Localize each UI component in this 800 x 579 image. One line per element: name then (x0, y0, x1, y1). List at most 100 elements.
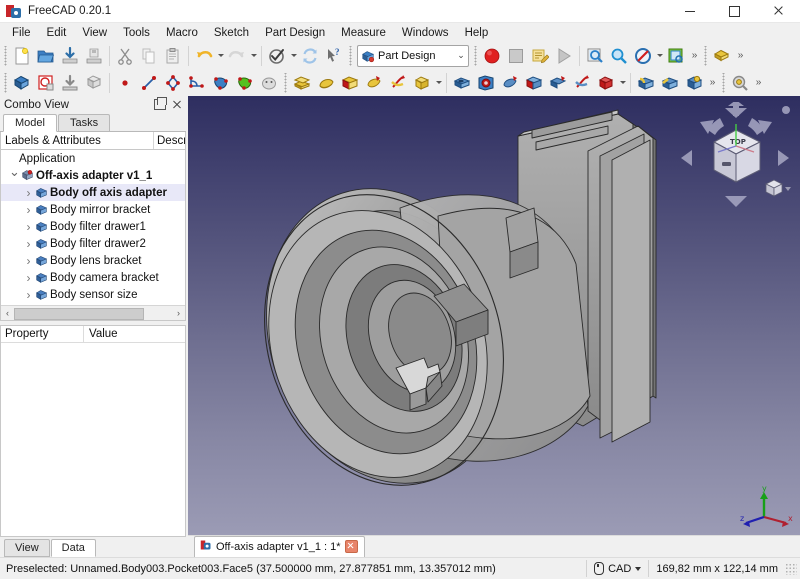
axonometric-view-icon[interactable] (664, 44, 688, 68)
tree-item-body-filter-drawer2[interactable]: Body filter drawer2 (1, 235, 185, 252)
additive-primitive-icon[interactable] (410, 71, 434, 95)
expander-open-icon[interactable] (8, 168, 21, 184)
primitive-blue-icon[interactable] (209, 71, 233, 95)
tab-tasks[interactable]: Tasks (57, 114, 111, 131)
toolbar-grip[interactable] (348, 45, 353, 66)
toolbar-overflow-button[interactable]: » (688, 44, 701, 68)
toolbar-grip[interactable] (721, 72, 726, 93)
tree-item-body-mirror-bracket[interactable]: Body mirror bracket (1, 201, 185, 218)
macro-edit-icon[interactable] (528, 44, 552, 68)
menu-view[interactable]: View (74, 25, 115, 41)
menu-tools[interactable]: Tools (115, 25, 158, 41)
3d-viewport[interactable]: TOP y x z (188, 96, 800, 535)
close-tab-icon[interactable] (344, 540, 358, 553)
zoom-box-icon[interactable] (607, 44, 631, 68)
pad-icon[interactable] (290, 71, 314, 95)
expander-closed-icon[interactable] (22, 271, 35, 285)
save-document-icon[interactable] (58, 44, 82, 68)
open-document-icon[interactable] (34, 44, 58, 68)
tree-item-body-lens-bracket[interactable]: Body lens bracket (1, 252, 185, 269)
menu-measure[interactable]: Measure (333, 25, 394, 41)
tree-header-description[interactable]: Descr (154, 135, 185, 147)
tree-horizontal-scrollbar[interactable]: ‹ › (1, 305, 185, 320)
expander-closed-icon[interactable] (22, 288, 35, 302)
close-panel-icon[interactable] (172, 100, 181, 109)
point-icon[interactable] (113, 71, 137, 95)
tree-item-body-filter-drawer1[interactable]: Body filter drawer1 (1, 218, 185, 235)
hole-icon[interactable] (474, 71, 498, 95)
tree-item-body-sensor-size[interactable]: Body sensor size (1, 286, 185, 303)
paste-icon[interactable] (161, 44, 185, 68)
toolbar-overflow-button[interactable]: » (752, 71, 765, 95)
scroll-right-icon[interactable]: › (172, 308, 185, 318)
expander-closed-icon[interactable] (22, 237, 35, 251)
undo-icon[interactable] (192, 44, 216, 68)
new-document-icon[interactable] (10, 44, 34, 68)
primitive-green-icon[interactable] (233, 71, 257, 95)
fit-all-icon[interactable] (583, 44, 607, 68)
scrollbar-track[interactable] (14, 307, 172, 320)
tree-item-body-camera-bracket[interactable]: Body camera bracket (1, 269, 185, 286)
expander-closed-icon[interactable] (22, 254, 35, 268)
line-icon[interactable] (137, 71, 161, 95)
maximize-button[interactable] (712, 0, 756, 22)
property-column-header[interactable]: Property (1, 328, 83, 340)
draw-style-dropdown-icon[interactable] (655, 44, 664, 68)
attachment-icon[interactable] (58, 71, 82, 95)
subtractive-pipe-icon[interactable] (546, 71, 570, 95)
toolbar-grip[interactable] (283, 72, 288, 93)
menu-windows[interactable]: Windows (394, 25, 457, 41)
chevron-down-icon[interactable]: ⌄ (454, 50, 468, 61)
toolbar-grip[interactable] (3, 45, 8, 66)
subtractive-dropdown-icon[interactable] (618, 71, 627, 95)
menu-file[interactable]: File (4, 25, 39, 41)
additive-loft-icon[interactable] (338, 71, 362, 95)
tree-item-application[interactable]: Application (1, 150, 185, 167)
polyline-icon[interactable] (161, 71, 185, 95)
expander-closed-icon[interactable] (22, 203, 35, 217)
menu-sketch[interactable]: Sketch (206, 25, 257, 41)
cut-icon[interactable] (113, 44, 137, 68)
shape-binder-icon[interactable] (82, 71, 106, 95)
validate-sketch-icon[interactable] (257, 71, 281, 95)
expander-closed-icon[interactable] (22, 220, 35, 234)
resize-grip-icon[interactable] (785, 562, 797, 575)
whats-this-help-icon[interactable]: ? (322, 44, 346, 68)
menu-edit[interactable]: Edit (39, 25, 75, 41)
subtractive-loft-icon[interactable] (522, 71, 546, 95)
toolbar-grip[interactable] (703, 45, 708, 66)
navigation-cube[interactable]: TOP (678, 102, 794, 214)
scrollbar-thumb[interactable] (14, 308, 144, 320)
arc-icon[interactable] (185, 71, 209, 95)
redo-icon[interactable] (225, 44, 249, 68)
additive-dropdown-icon[interactable] (434, 71, 443, 95)
toolbar-grip[interactable] (473, 45, 478, 66)
document-tab[interactable]: Off-axis adapter v1_1 : 1* (194, 536, 365, 557)
create-body-icon[interactable] (10, 71, 34, 95)
pocket-icon[interactable] (450, 71, 474, 95)
menu-help[interactable]: Help (457, 25, 497, 41)
toolbar-overflow-button[interactable]: » (734, 44, 747, 68)
create-sketch-icon[interactable] (34, 71, 58, 95)
measure-icon[interactable] (728, 71, 752, 95)
fillet-icon[interactable] (634, 71, 658, 95)
navigation-style-selector[interactable]: CAD (586, 560, 648, 577)
undock-panel-icon[interactable] (154, 97, 167, 110)
additive-pipe-icon[interactable] (362, 71, 386, 95)
chevron-down-icon[interactable] (635, 566, 642, 571)
subtractive-helix-icon[interactable] (570, 71, 594, 95)
tree-header-labels[interactable]: Labels & Attributes (1, 135, 153, 147)
menu-macro[interactable]: Macro (158, 25, 206, 41)
toolbar-grip[interactable] (3, 72, 8, 93)
copy-icon[interactable] (137, 44, 161, 68)
groove-icon[interactable] (498, 71, 522, 95)
redo-dropdown-icon[interactable] (249, 44, 258, 68)
subtractive-primitive-icon[interactable] (594, 71, 618, 95)
tree-item-body-off-axis-adapter[interactable]: Body off axis adapter (1, 184, 185, 201)
draw-style-icon[interactable] (631, 44, 655, 68)
close-button[interactable] (756, 0, 800, 22)
tab-model[interactable]: Model (3, 114, 57, 132)
revolution-icon[interactable] (314, 71, 338, 95)
macro-stop-icon[interactable] (504, 44, 528, 68)
scroll-left-icon[interactable]: ‹ (1, 308, 14, 318)
